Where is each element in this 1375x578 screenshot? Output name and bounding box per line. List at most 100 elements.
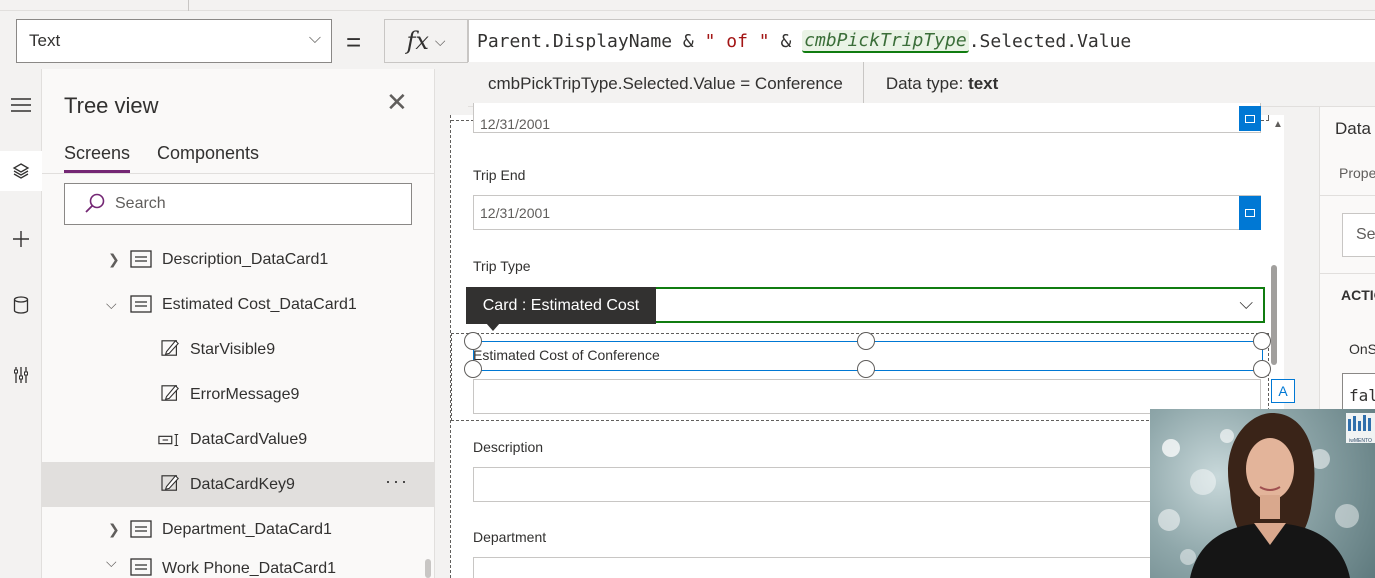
top-toolbar-strip xyxy=(0,0,1375,11)
chevron-right-icon[interactable]: ❯ xyxy=(108,521,120,538)
resize-handle[interactable] xyxy=(1253,332,1271,350)
formula-input[interactable]: Parent.DisplayName & " of " & cmbPickTri… xyxy=(468,19,1375,63)
tree-node-department-datacard[interactable]: ❯ Department_DataCard1 xyxy=(42,507,435,552)
data-cylinder-icon[interactable] xyxy=(0,285,42,325)
formula-token-operator: & xyxy=(672,30,705,52)
more-options-icon[interactable]: ··· xyxy=(385,471,409,492)
tab-screens[interactable]: Screens xyxy=(64,143,131,173)
close-icon[interactable]: ✕ xyxy=(386,89,408,115)
description-label: Description xyxy=(473,439,544,455)
layers-icon[interactable] xyxy=(0,151,42,191)
property-dropdown[interactable]: Text ⌵ xyxy=(16,19,332,63)
fx-button[interactable]: fx ⌵ xyxy=(384,19,468,63)
tree-node-label: Department_DataCard1 xyxy=(162,520,332,538)
action-section-title: ACTIO xyxy=(1341,287,1375,303)
text-input-icon xyxy=(158,433,179,447)
edit-label-icon xyxy=(161,340,179,356)
card-tooltip: Card : Estimated Cost xyxy=(466,287,656,324)
tooltip-arrow xyxy=(486,323,500,331)
insert-plus-icon[interactable] xyxy=(0,219,42,259)
resize-handle[interactable] xyxy=(857,360,875,378)
advanced-tools-icon[interactable] xyxy=(0,355,42,395)
tree-view-title: Tree view xyxy=(64,93,159,118)
estimated-cost-label[interactable]: Estimated Cost of Conference xyxy=(473,347,660,363)
text-format-badge[interactable]: A xyxy=(1271,379,1295,403)
formula-token-control[interactable]: cmbPickTripType xyxy=(802,29,969,53)
tab-components[interactable]: Components xyxy=(157,143,259,164)
tree-node-datacardkey9[interactable]: DataCardKey9 ··· xyxy=(42,462,435,507)
equals-sign: = xyxy=(346,27,362,57)
onselect-label: OnS xyxy=(1349,341,1375,357)
properties-search[interactable]: Se xyxy=(1342,213,1375,257)
search-input[interactable]: Search xyxy=(64,183,412,225)
tree-node-label: DataCardValue9 xyxy=(190,430,308,448)
tree-node-errormessage9[interactable]: ErrorMessage9 xyxy=(42,372,435,417)
trip-end-label: Trip End xyxy=(473,167,526,183)
left-nav-rail xyxy=(0,69,42,578)
formula-token-string: " of " xyxy=(704,30,770,52)
presenter-figure xyxy=(1190,413,1350,578)
brand-logo: iwMENTO xyxy=(1346,413,1375,444)
edit-label-icon xyxy=(161,475,179,491)
tree-view-panel: Tree view ✕ Screens Components Search ❯ … xyxy=(42,69,435,578)
formula-result: cmbPickTripType.Selected.Value = Confere… xyxy=(468,61,864,107)
edit-label-icon xyxy=(161,385,179,401)
tree-node-label: Work Phone_DataCard1 xyxy=(162,560,337,577)
form-scrollbar[interactable] xyxy=(1271,265,1277,365)
trip-type-label: Trip Type xyxy=(473,258,531,274)
properties-tab[interactable]: Prope xyxy=(1339,165,1375,181)
onselect-input[interactable]: fal xyxy=(1342,373,1375,413)
trip-start-value: 12/31/2001 xyxy=(480,116,551,132)
data-type-value: text xyxy=(968,74,999,93)
search-placeholder: Search xyxy=(115,195,166,212)
tree-scrollbar[interactable] xyxy=(425,559,431,578)
calendar-icon[interactable] xyxy=(1239,196,1261,230)
resize-handle[interactable] xyxy=(1253,360,1271,378)
tree-node-work-phone-datacard[interactable]: ⌵ Work Phone_DataCard1 xyxy=(42,552,435,578)
tree-node-label: Estimated Cost_DataCard1 xyxy=(162,295,357,313)
divider xyxy=(1320,195,1375,196)
description-input[interactable] xyxy=(473,467,1261,502)
hamburger-menu-icon[interactable] xyxy=(0,85,42,125)
tree-node-label: Description_DataCard1 xyxy=(162,250,329,268)
formula-bar: Text ⌵ = fx ⌵ Parent.DisplayName & " of … xyxy=(0,11,1375,69)
chevron-down-icon[interactable]: ⌵ xyxy=(106,554,117,571)
tree-node-label: ErrorMessage9 xyxy=(190,385,300,403)
tree-node-estimated-cost-datacard[interactable]: ⌵ Estimated Cost_DataCard1 xyxy=(42,282,435,327)
data-type-info: Data type: text xyxy=(864,74,998,94)
department-label: Department xyxy=(473,529,547,545)
trip-start-date-field[interactable]: 12/31/2001 xyxy=(473,103,1261,133)
properties-title: Data xyxy=(1335,119,1371,138)
trip-end-date-field[interactable]: 12/31/2001 xyxy=(473,195,1261,230)
estimated-cost-input[interactable] xyxy=(473,379,1261,414)
chevron-down-icon: ⌵ xyxy=(434,32,446,49)
divider xyxy=(1320,273,1375,274)
chevron-down-icon: ⌵ xyxy=(308,30,321,47)
toolbar-separator xyxy=(188,0,189,11)
chevron-down-icon: ⌵ xyxy=(1239,293,1253,313)
property-dropdown-value: Text xyxy=(29,31,61,50)
tree-node-datacardvalue9[interactable]: DataCardValue9 xyxy=(42,417,435,462)
search-icon xyxy=(85,193,105,213)
chevron-right-icon[interactable]: ❯ xyxy=(108,251,120,268)
tree-node-description-datacard[interactable]: ❯ Description_DataCard1 xyxy=(42,237,435,282)
department-input[interactable] xyxy=(473,557,1261,578)
fx-icon: fx xyxy=(406,27,429,55)
scroll-up-icon[interactable]: ▲ xyxy=(1273,119,1283,130)
card-icon xyxy=(130,295,152,313)
brand-logo-text: iwMENTO xyxy=(1349,438,1372,444)
formula-token-operator: & xyxy=(769,30,803,52)
divider xyxy=(42,173,435,174)
calendar-icon[interactable] xyxy=(1239,106,1261,131)
formula-result-strip: cmbPickTripType.Selected.Value = Confere… xyxy=(468,61,1375,107)
card-icon xyxy=(130,558,152,576)
chevron-down-icon[interactable]: ⌵ xyxy=(106,296,117,313)
tree-node-starvisible9[interactable]: StarVisible9 xyxy=(42,327,435,372)
data-type-label: Data type: xyxy=(885,74,964,93)
formula-token-property: .Selected.Value xyxy=(968,30,1132,52)
properties-search-placeholder: Se xyxy=(1356,226,1375,243)
onselect-value: fal xyxy=(1349,386,1375,405)
card-icon xyxy=(130,250,152,268)
resize-handle[interactable] xyxy=(857,332,875,350)
presenter-video: iwMENTO xyxy=(1150,409,1375,578)
